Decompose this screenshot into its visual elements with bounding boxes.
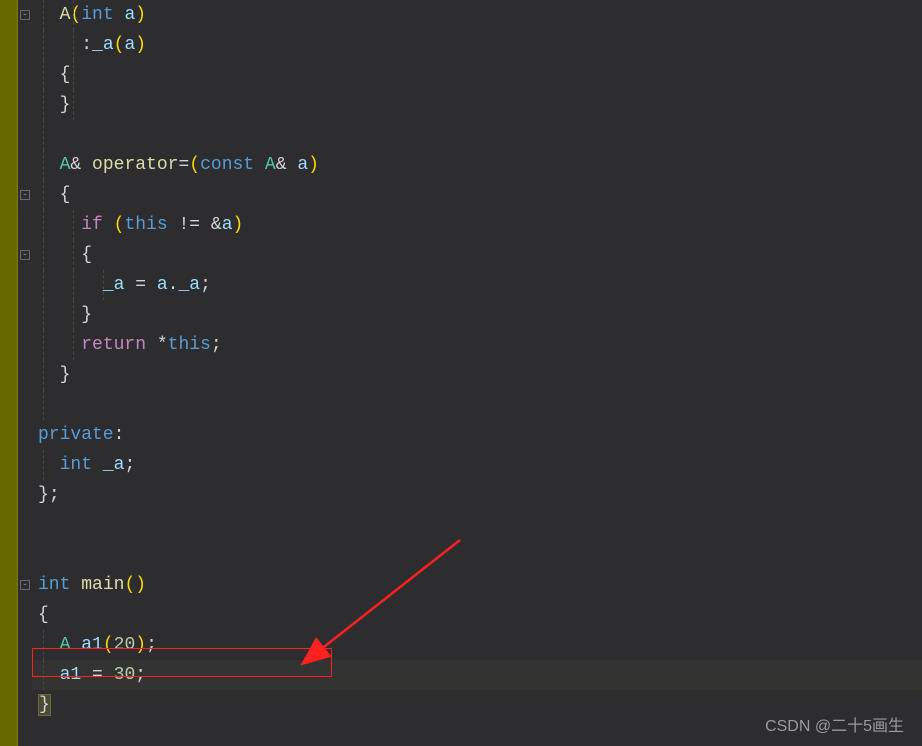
- code-line: [38, 540, 922, 570]
- code-line: [38, 510, 922, 540]
- gutter: [0, 0, 18, 746]
- code-line: {: [38, 60, 922, 90]
- code-line: }: [38, 300, 922, 330]
- code-line: {: [38, 240, 922, 270]
- code-line: return *this;: [38, 330, 922, 360]
- code-line: _a = a._a;: [38, 270, 922, 300]
- watermark: CSDN @二十5画生: [765, 712, 904, 736]
- code-line: {: [38, 180, 922, 210]
- code-line: }: [38, 360, 922, 390]
- code-line: }: [38, 90, 922, 120]
- fold-icon[interactable]: -: [20, 190, 30, 200]
- code-line: };: [38, 480, 922, 510]
- code-line: [38, 120, 922, 150]
- code-line: A(int a): [38, 0, 922, 30]
- fold-icon[interactable]: -: [20, 250, 30, 260]
- code-editor[interactable]: - - - - A(int a) :_a(a) { } A& operator=…: [0, 0, 922, 746]
- code-line: A a1(20);: [38, 630, 922, 660]
- code-line: :_a(a): [38, 30, 922, 60]
- code-line: {: [38, 600, 922, 630]
- code-line: if (this != &a): [38, 210, 922, 240]
- code-area[interactable]: A(int a) :_a(a) { } A& operator=(const A…: [32, 0, 922, 746]
- fold-icon[interactable]: -: [20, 580, 30, 590]
- code-line: private:: [38, 420, 922, 450]
- code-line: int main(): [38, 570, 922, 600]
- code-line: [38, 390, 922, 420]
- fold-icon[interactable]: -: [20, 10, 30, 20]
- code-line: A& operator=(const A& a): [38, 150, 922, 180]
- fold-column: - - - -: [18, 0, 32, 746]
- code-line: int _a;: [38, 450, 922, 480]
- code-line: a1 = 30;: [38, 660, 922, 690]
